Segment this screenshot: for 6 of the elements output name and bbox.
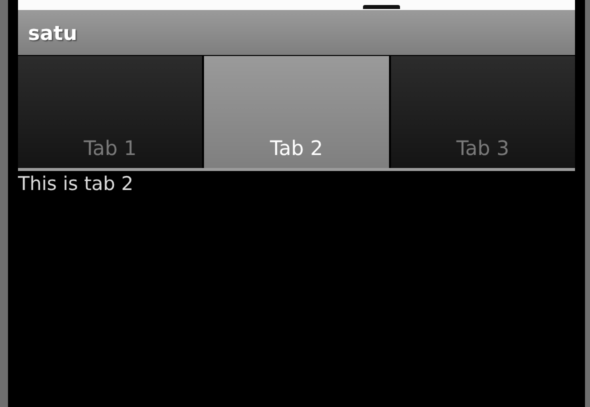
tab-content-text: This is tab 2 <box>18 173 134 195</box>
tab[interactable]: Tab 3 <box>390 56 575 168</box>
tab[interactable]: Tab 2 <box>204 56 389 168</box>
app-title: satu <box>28 20 78 44</box>
tab[interactable]: Tab 1 <box>18 56 202 168</box>
status-icon <box>363 5 400 9</box>
